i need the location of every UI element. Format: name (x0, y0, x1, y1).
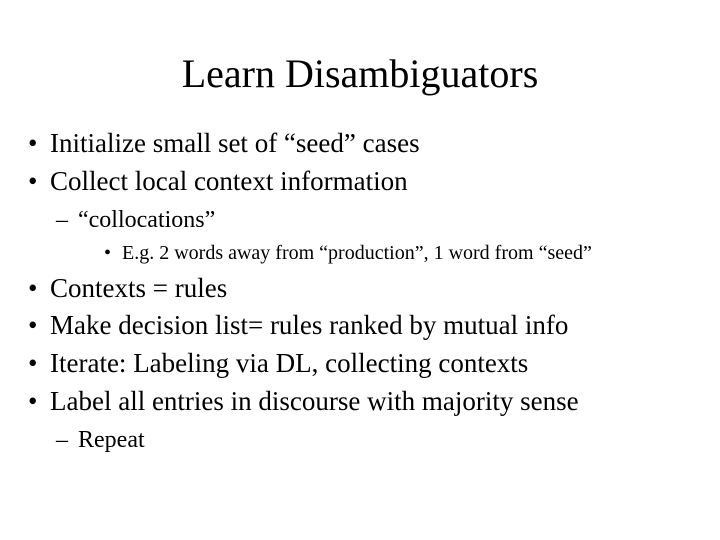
slide-title: Learn Disambiguators (20, 50, 700, 97)
subsub-bullet-text: E.g. 2 words away from “production”, 1 w… (122, 242, 592, 264)
bullet-item: Contexts = rules (20, 272, 700, 306)
sub-bullet-text: Repeat (78, 427, 145, 453)
bullet-list: Initialize small set of “seed” cases Col… (20, 127, 700, 455)
bullet-text: Label all entries in discourse with majo… (50, 386, 579, 416)
bullet-item: Collect local context information “collo… (20, 165, 700, 266)
bullet-item: Label all entries in discourse with majo… (20, 385, 700, 455)
bullet-text: Iterate: Labeling via DL, collecting con… (50, 348, 528, 378)
bullet-item: Initialize small set of “seed” cases (20, 127, 700, 161)
sub-bullet-text: “collocations” (78, 207, 215, 233)
sub-bullet-item: “collocations” E.g. 2 words away from “p… (50, 205, 700, 266)
bullet-item: Iterate: Labeling via DL, collecting con… (20, 347, 700, 381)
bullet-text: Contexts = rules (50, 273, 227, 303)
sub-bullet-list: Repeat (50, 425, 700, 455)
sub-bullet-list: “collocations” E.g. 2 words away from “p… (50, 205, 700, 266)
bullet-text: Make decision list= rules ranked by mutu… (50, 310, 568, 340)
slide: Learn Disambiguators Initialize small se… (0, 0, 720, 540)
sub-bullet-item: Repeat (50, 425, 700, 455)
subsub-bullet-item: E.g. 2 words away from “production”, 1 w… (98, 241, 700, 266)
bullet-text: Collect local context information (50, 166, 408, 196)
bullet-text: Initialize small set of “seed” cases (50, 128, 420, 158)
subsub-bullet-list: E.g. 2 words away from “production”, 1 w… (98, 241, 700, 266)
bullet-item: Make decision list= rules ranked by mutu… (20, 309, 700, 343)
